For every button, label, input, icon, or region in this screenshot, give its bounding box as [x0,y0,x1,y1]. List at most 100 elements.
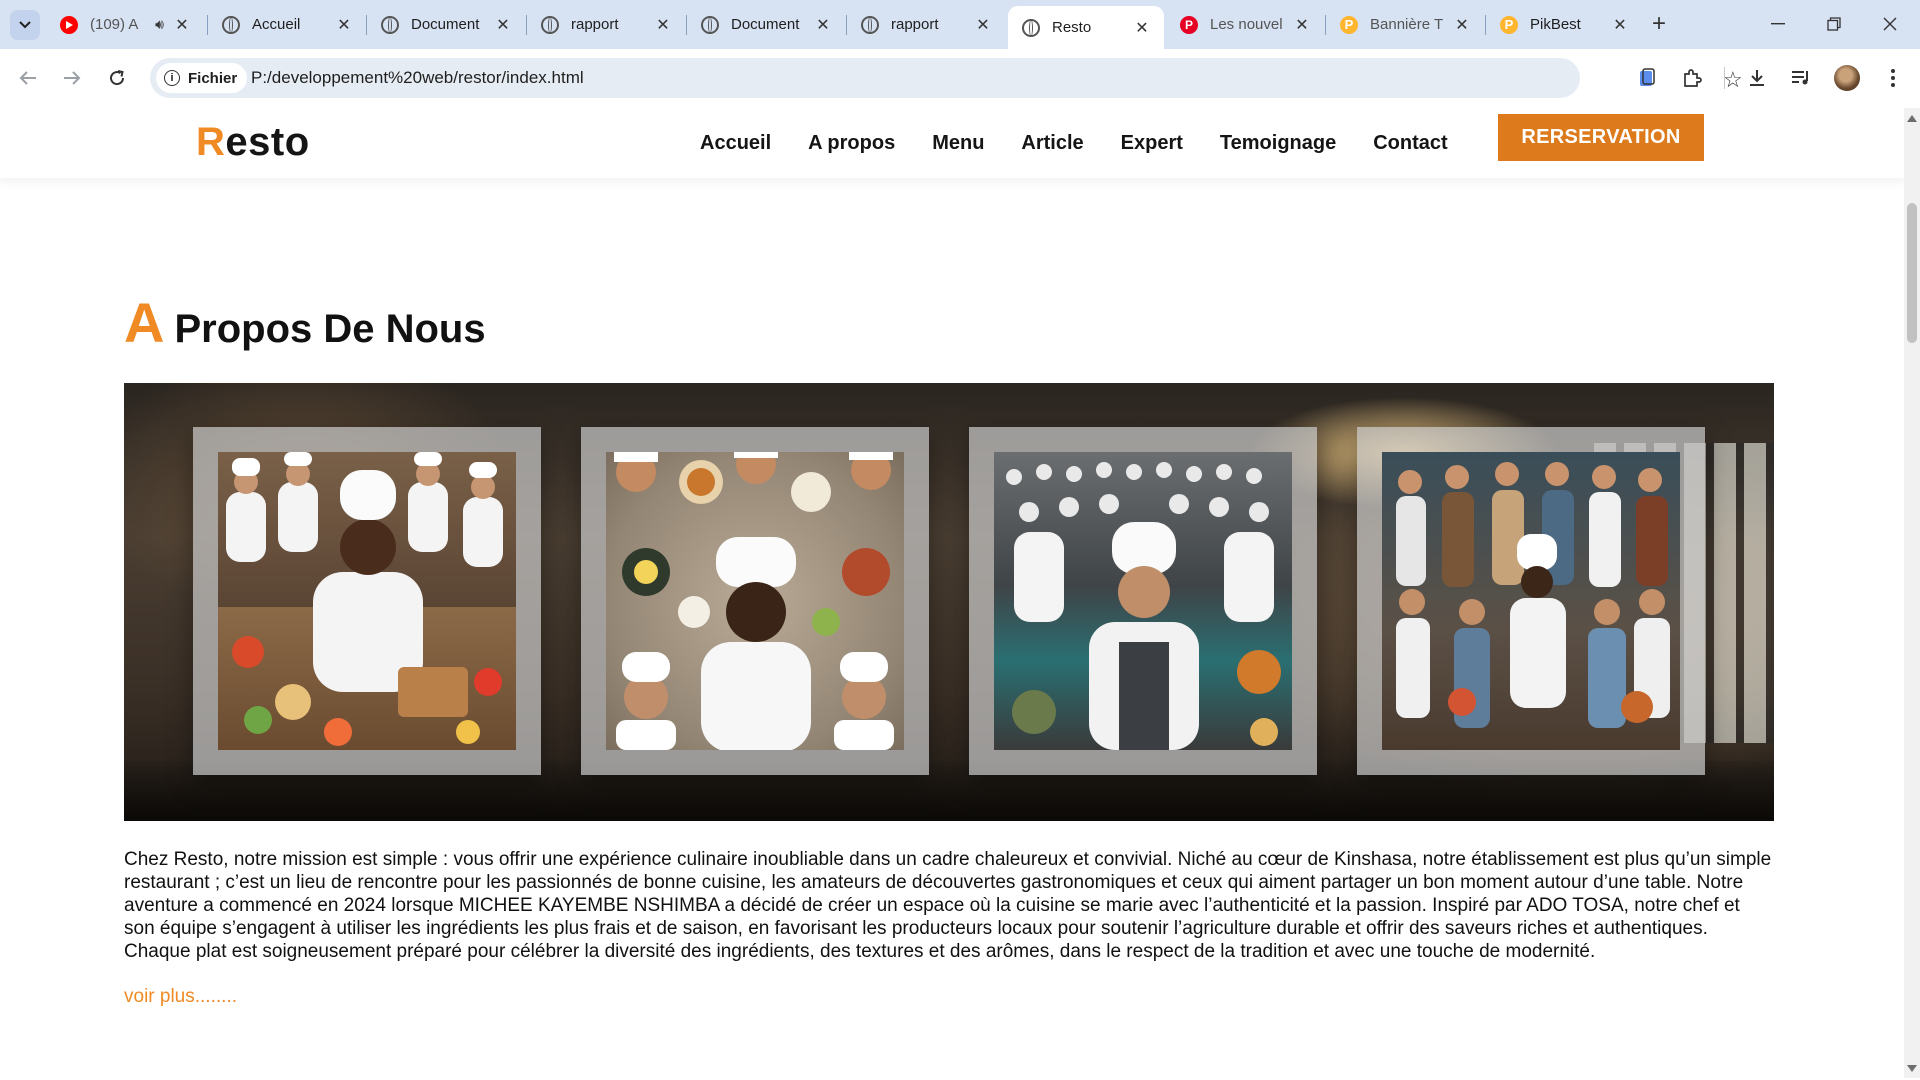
browser-tab[interactable]: P Les nouvel ✕ [1166,6,1324,43]
about-description: Chez Resto, notre mission est simple : v… [124,849,1772,962]
extensions-icon[interactable] [1678,64,1706,92]
page-scrollbar[interactable] [1904,108,1920,1078]
browser-tab[interactable]: Document ✕ [367,6,525,43]
reading-list-icon[interactable] [1633,64,1661,92]
globe-icon [222,15,240,34]
address-bar[interactable]: i Fichier P:/developpement%20web/restor/… [150,58,1743,98]
browser-tab[interactable]: P PikBest ✕ [1486,6,1642,43]
nav-link-menu[interactable]: Menu [932,132,984,155]
browser-tab[interactable]: rapport ✕ [527,6,685,43]
pinterest-icon: P [1180,15,1198,34]
reload-icon [110,70,125,86]
tab-title: Document [731,16,800,33]
reload-button[interactable] [101,62,133,94]
site-logo[interactable]: Resto [196,120,310,165]
browser-tab[interactable]: P Bannière T ✕ [1326,6,1484,43]
more-options-icon[interactable] [1879,64,1907,92]
scroll-up-arrow-icon[interactable] [1907,115,1917,122]
browser-tab[interactable]: (109) A 🔊︎ ✕ [46,6,204,43]
title-accent-letter: A [124,291,165,354]
photo-frame [193,427,541,775]
chefs-overhead-photo [606,452,904,750]
close-tab-icon[interactable]: ✕ [493,15,513,35]
scrollbar-thumb[interactable] [1907,203,1917,343]
nav-link-accueil[interactable]: Accueil [700,132,771,155]
tab-title: Resto [1052,19,1092,36]
browser-toolbar: i Fichier P:/developpement%20web/restor/… [0,49,1920,109]
nav-link-expert[interactable]: Expert [1121,132,1183,155]
globe-icon [381,15,399,34]
close-tab-icon[interactable]: ✕ [813,15,833,35]
close-tab-icon[interactable]: ✕ [653,15,673,35]
tab-title: PikBest [1530,16,1581,33]
forward-button[interactable] [56,62,88,94]
restore-icon [1827,17,1841,31]
nav-link-contact[interactable]: Contact [1373,132,1447,155]
toolbar-separator [1724,67,1725,89]
tab-title: Les nouvel [1210,16,1283,33]
bookmark-star-icon[interactable]: ☆ [1723,67,1743,93]
profile-avatar[interactable] [1834,65,1860,91]
photo-frame [1357,427,1705,775]
back-arrow-icon [19,71,36,85]
browser-tab[interactable]: Document ✕ [687,6,845,43]
kitchen-brigade-illustration [1006,462,1281,750]
close-tab-icon[interactable]: ✕ [334,15,354,35]
browser-tab[interactable]: rapport ✕ [847,6,1005,43]
chefs-group-illustration [1396,462,1670,728]
site-info-label: Fichier [188,69,238,87]
logo-text: esto [225,120,310,164]
site-header: Resto Accueil A propos Menu Article Expe… [0,108,1904,178]
close-tab-icon[interactable]: ✕ [1292,15,1312,35]
chefs-team-illustration [226,452,503,746]
close-window-button[interactable] [1870,8,1910,40]
about-section-title: A Propos De Nous [124,290,486,355]
globe-icon [861,15,879,34]
minimize-button[interactable] [1758,8,1798,40]
chefs-group-photo [1382,452,1680,750]
close-tab-icon[interactable]: ✕ [1132,18,1152,38]
tab-title: Document [411,16,480,33]
youtube-icon [60,15,78,34]
info-icon: i [164,70,180,86]
minimize-icon [1771,23,1785,25]
forward-arrow-icon [64,71,81,85]
about-banner-image [124,383,1774,821]
kitchen-brigade-photo [994,452,1292,750]
chefs-team-photo [218,452,516,750]
close-tab-icon[interactable]: ✕ [1610,15,1630,35]
tab-title: Bannière T [1370,16,1444,33]
browser-tab-active[interactable]: Resto ✕ [1008,6,1164,49]
page-viewport: Resto Accueil A propos Menu Article Expe… [0,108,1904,1078]
read-more-link[interactable]: voir plus........ [124,986,237,1008]
nav-link-article[interactable]: Article [1021,132,1083,155]
scroll-down-arrow-icon[interactable] [1907,1065,1917,1072]
back-button[interactable] [12,62,44,94]
restore-button[interactable] [1814,8,1854,40]
close-tab-icon[interactable]: ✕ [973,15,993,35]
tab-title: rapport [571,16,619,33]
pikbest-icon: P [1500,15,1518,34]
new-tab-button[interactable]: + [1646,12,1672,38]
speaker-icon[interactable]: 🔊︎ [155,16,164,33]
tab-title: rapport [891,16,939,33]
tab-title: Accueil [252,16,301,33]
browser-tab-strip: (109) A 🔊︎ ✕ Accueil ✕ Document ✕ rappor… [0,0,1920,49]
nav-link-a-propos[interactable]: A propos [808,132,895,155]
download-icon[interactable] [1743,64,1771,92]
close-tab-icon[interactable]: ✕ [172,15,192,35]
close-tab-icon[interactable]: ✕ [1452,15,1472,35]
site-info-chip[interactable]: i Fichier [156,63,248,93]
logo-accent-letter: R [196,120,226,164]
nav-link-temoignage[interactable]: Temoignage [1220,132,1336,155]
browser-tab[interactable]: Accueil ✕ [208,6,366,43]
media-control-icon[interactable] [1787,64,1815,92]
main-nav: Accueil A propos Menu Article Expert Tem… [700,108,1448,178]
reservation-button[interactable]: RERSERVATION [1498,114,1704,161]
overhead-chefs-illustration [614,452,894,750]
tab-search-button[interactable] [10,10,40,40]
tab-title: (109) A [90,16,139,33]
photo-frame [969,427,1317,775]
close-icon [1883,17,1897,31]
url-text[interactable]: P:/developpement%20web/restor/index.html [251,68,584,88]
